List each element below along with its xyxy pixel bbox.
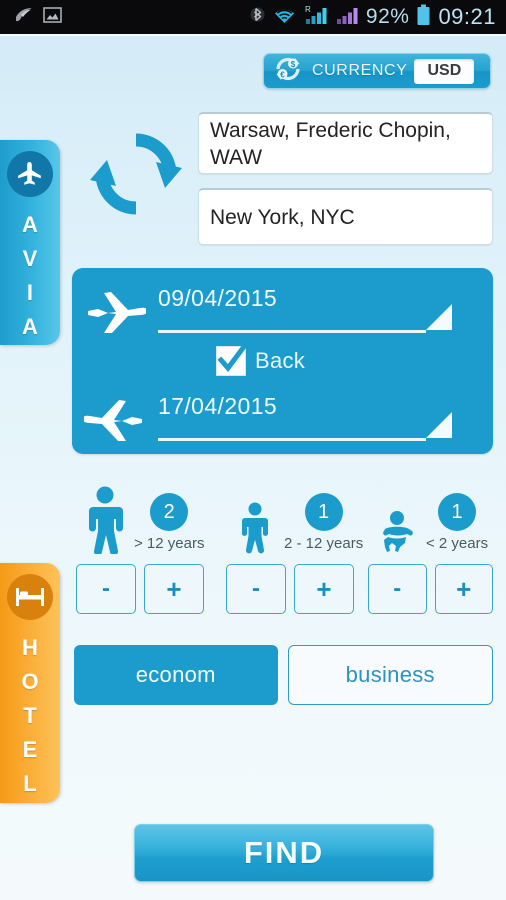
find-button[interactable]: FIND <box>134 824 434 882</box>
return-date-underline <box>158 438 426 441</box>
origin-value: Warsaw, Frederic Chopin, WAW <box>210 118 451 169</box>
return-checkbox[interactable] <box>216 340 250 376</box>
depart-date-dropdown-corner[interactable] <box>426 304 452 330</box>
infant-count: 1 <box>438 493 477 531</box>
status-bar-indicators: R 92% 09:21 <box>250 4 506 31</box>
destination-input[interactable]: New York, NYC <box>198 188 493 245</box>
screenshot-icon <box>43 6 62 29</box>
adult-increment-button[interactable]: + <box>144 564 204 614</box>
adult-count: 2 <box>150 493 189 531</box>
depart-date-row[interactable]: 09/04/2015 <box>72 278 493 340</box>
checkmark-icon <box>215 340 250 380</box>
currency-value[interactable]: USD <box>414 58 475 84</box>
origin-input[interactable]: Warsaw, Frederic Chopin, WAW <box>198 112 493 174</box>
svg-text:R: R <box>305 5 311 14</box>
return-date-dropdown-corner[interactable] <box>426 412 452 438</box>
destination-value: New York, NYC <box>210 205 355 229</box>
dates-panel: 09/04/2015 Back 17/04/2015 <box>72 268 493 454</box>
wifi-icon <box>272 5 297 30</box>
airplane-icon <box>7 151 53 197</box>
bed-icon <box>7 574 53 620</box>
adult-icon <box>76 480 134 554</box>
passenger-steppers: - + - + - + <box>76 564 493 614</box>
status-bar-notifications <box>0 6 62 29</box>
child-age-label: 2 - 12 years <box>284 535 364 552</box>
sidebar-tab-avia-label: AVIA <box>22 212 38 339</box>
adult-stepper: - + <box>76 564 226 614</box>
adult-decrement-button[interactable]: - <box>76 564 136 614</box>
return-date-field[interactable]: 17/04/2015 <box>158 389 454 445</box>
cabin-class-business-button[interactable]: business <box>287 645 493 705</box>
sidebar-tab-hotel-label: HOTEL <box>21 635 39 796</box>
app-screen: R 92% 09:21 $ € CURRENCY USD A V I A H O… <box>0 0 506 900</box>
infant-age-label: < 2 years <box>426 535 489 552</box>
infant-stepper: - + <box>368 564 493 614</box>
svg-text:€: € <box>280 70 285 79</box>
return-date-value: 17/04/2015 <box>158 393 278 419</box>
infant-increment-button[interactable]: + <box>434 564 493 614</box>
return-checkbox-label: Back <box>255 348 306 373</box>
return-checkbox-row[interactable]: Back <box>216 340 306 376</box>
passenger-group-adult: 2 > 12 years <box>76 480 226 554</box>
currency-label: CURRENCY <box>312 62 408 79</box>
child-icon <box>226 480 284 554</box>
status-bar-divider <box>0 34 506 36</box>
swallow-icon <box>14 6 34 29</box>
sidebar-tab-hotel[interactable]: HOTEL <box>0 563 60 803</box>
cabin-class-econom-button[interactable]: econom <box>74 645 278 705</box>
sidebar-tab-avia[interactable]: AVIA <box>0 140 60 345</box>
battery-icon <box>416 4 431 31</box>
plane-arrive-icon <box>72 393 158 441</box>
plane-depart-icon <box>72 285 158 333</box>
child-decrement-button[interactable]: - <box>226 564 286 614</box>
depart-date-value: 09/04/2015 <box>158 285 278 311</box>
svg-text:$: $ <box>291 60 296 69</box>
currency-selector[interactable]: $ € CURRENCY USD <box>263 53 491 89</box>
child-stepper: - + <box>226 564 368 614</box>
passenger-meta-adult: 2 > 12 years <box>134 493 204 554</box>
cabin-class-toggle: econom business <box>74 645 493 705</box>
infant-icon <box>368 480 426 554</box>
passenger-meta-child: 1 2 - 12 years <box>284 493 363 554</box>
infant-decrement-button[interactable]: - <box>368 564 427 614</box>
swap-locations-button[interactable] <box>86 124 186 224</box>
find-button-label: FIND <box>243 835 325 870</box>
depart-date-underline <box>158 330 426 333</box>
return-date-row[interactable]: 17/04/2015 <box>72 386 493 448</box>
child-increment-button[interactable]: + <box>294 564 354 614</box>
depart-date-field[interactable]: 09/04/2015 <box>158 281 454 337</box>
adult-age-label: > 12 years <box>134 535 205 552</box>
bluetooth-icon <box>250 4 265 30</box>
status-bar: R 92% 09:21 <box>0 0 506 34</box>
child-count: 1 <box>304 493 343 531</box>
passengers-row: 2 > 12 years 1 2 - 12 years 1 < 2 years <box>76 480 493 554</box>
passenger-group-child: 1 2 - 12 years <box>226 480 368 554</box>
passenger-meta-infant: 1 < 2 years <box>426 493 488 554</box>
swap-arrows-icon <box>86 133 186 228</box>
battery-percent: 92% <box>365 5 410 28</box>
signal-bars-sim2-icon <box>336 4 359 31</box>
passenger-group-infant: 1 < 2 years <box>368 480 493 554</box>
clock: 09:21 <box>438 4 496 29</box>
currency-exchange-icon: $ € <box>271 55 305 88</box>
signal-bars-sim1-icon: R <box>304 4 330 31</box>
